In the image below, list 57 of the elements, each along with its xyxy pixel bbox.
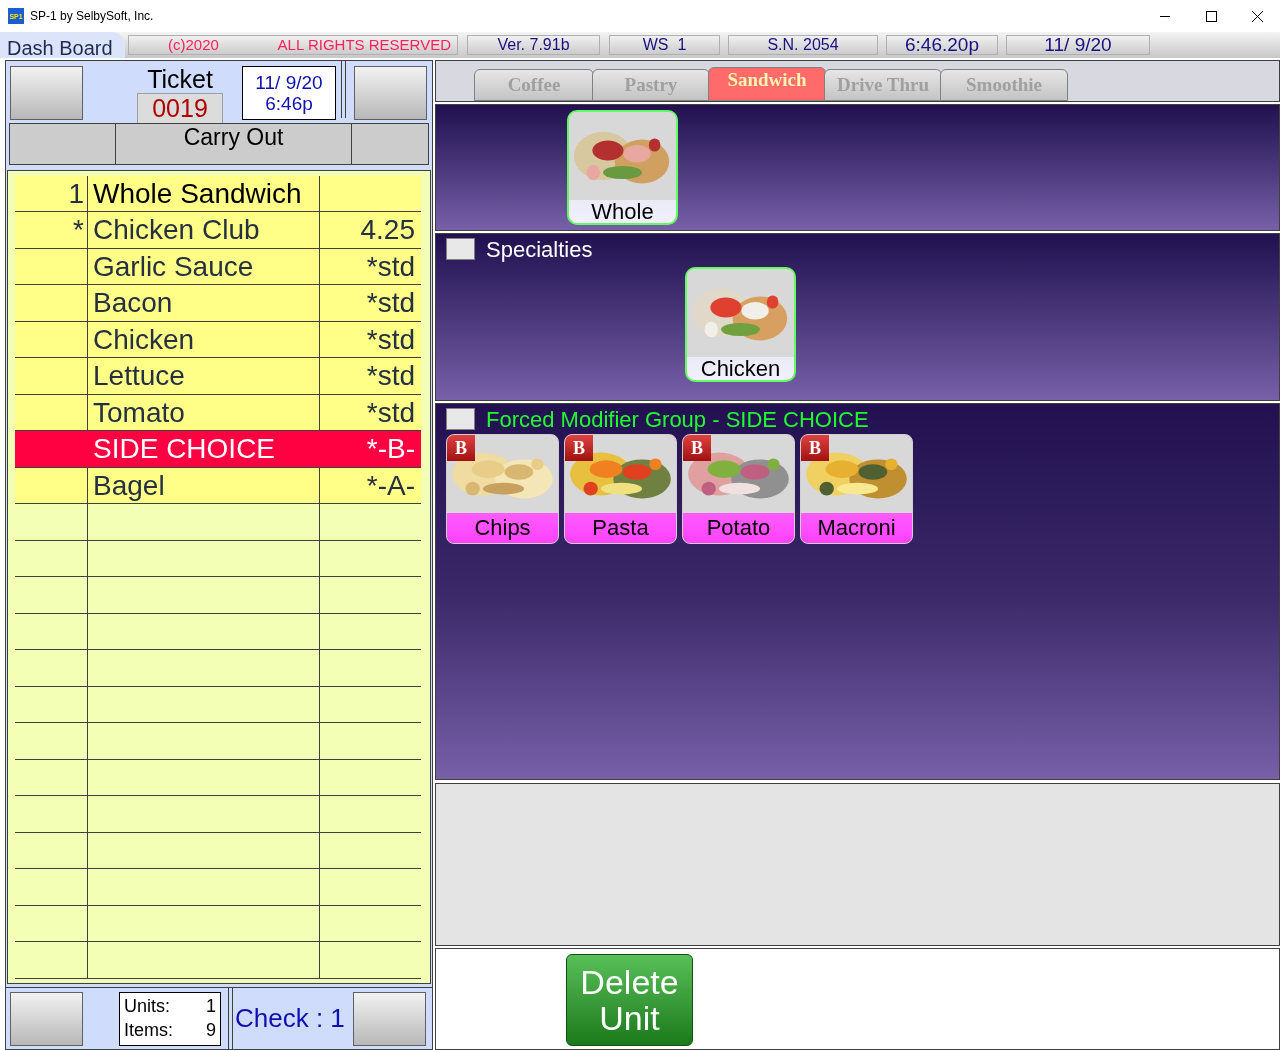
date-label: 11/ 9/20 <box>1006 35 1150 55</box>
window-title: SP-1 by SelbySoft, Inc. <box>30 8 154 25</box>
menu-item-button[interactable]: B Chips <box>446 434 559 544</box>
item-name: Garlic Sauce <box>93 250 254 282</box>
quantity-text: 1 <box>68 177 84 209</box>
section-title: Forced Modifier Group - SIDE CHOICE <box>486 405 869 434</box>
ticket-time: 6:46p <box>265 93 313 114</box>
ticket-label: Ticket <box>147 66 213 92</box>
menu-item-button[interactable]: Whole <box>567 110 678 225</box>
item-name: Chicken Club <box>93 214 260 246</box>
section-title: Specialties <box>486 235 593 264</box>
order-type-label: Carry Out <box>116 124 352 164</box>
ticket-date: 11/ 9/20 <box>255 72 323 93</box>
item-price: *std <box>366 360 415 392</box>
menu-item-button[interactable]: B Potato <box>682 434 795 544</box>
badge: B <box>447 435 475 461</box>
blank-button[interactable] <box>10 991 83 1046</box>
units-count: 1 <box>206 994 216 1018</box>
item-name: Whole Sandwich <box>93 177 302 209</box>
items-label: Items: <box>124 1018 173 1042</box>
item-price: *-A- <box>366 469 415 501</box>
checkbox[interactable] <box>446 238 475 260</box>
badge: B <box>565 435 593 461</box>
badge: B <box>683 435 711 461</box>
clock-label: 6:46.20p <box>886 35 998 55</box>
item-name: Tomato <box>93 396 185 428</box>
blank-button[interactable] <box>10 66 83 120</box>
units-label: Units: <box>124 994 170 1018</box>
item-name: SIDE CHOICE <box>93 433 276 465</box>
check-label: Check : 1 <box>235 1002 346 1035</box>
item-price: *std <box>366 250 415 282</box>
blank-button[interactable] <box>353 991 426 1046</box>
version-label: Ver. 7.91b <box>467 35 600 55</box>
workstation-label: WS 1 <box>609 35 720 55</box>
checkbox[interactable] <box>446 408 475 430</box>
item-name: Bacon <box>93 287 173 319</box>
item-name: Chicken <box>93 323 195 355</box>
ticket-number: 0019 <box>137 93 223 124</box>
item-price: 4.25 <box>360 214 415 246</box>
item-price: *std <box>366 396 415 428</box>
item-price: *-B- <box>366 433 415 465</box>
dashboard-tab[interactable]: Dash Board <box>0 32 125 58</box>
rights-text: ALL RIGHTS RESERVED <box>277 34 451 55</box>
blank-button[interactable] <box>354 66 427 120</box>
badge: B <box>801 435 829 461</box>
menu-item-button[interactable]: B Macroni <box>800 434 913 544</box>
item-price: *std <box>366 287 415 319</box>
menu-item-button[interactable]: B Pasta <box>564 434 677 544</box>
item-name: Bagel <box>93 469 165 501</box>
delete-unit-button[interactable]: Delete Unit <box>566 954 693 1046</box>
item-name: Lettuce <box>93 360 185 392</box>
menu-item-button[interactable]: Chicken <box>685 267 796 382</box>
items-count: 9 <box>206 1018 216 1042</box>
copyright-text: (c)2020 <box>168 34 219 55</box>
serial-number-label: S.N. 2054 <box>728 35 878 55</box>
item-price: *std <box>366 323 415 355</box>
quantity-text: * <box>73 214 84 246</box>
